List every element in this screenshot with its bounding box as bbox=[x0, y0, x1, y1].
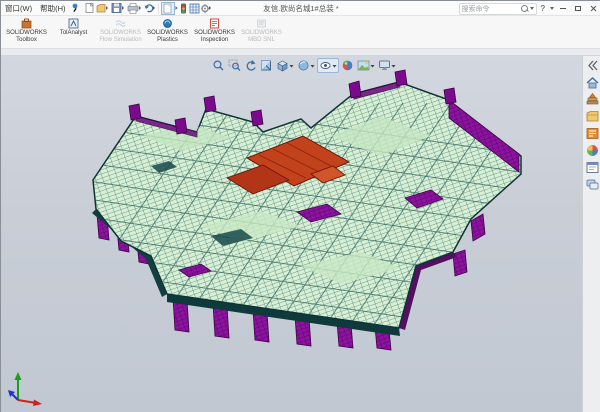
view-orientation-icon[interactable] bbox=[275, 59, 295, 72]
print-icon[interactable] bbox=[128, 3, 141, 13]
flow-simulation-icon bbox=[115, 18, 126, 29]
close-button[interactable] bbox=[587, 3, 599, 14]
previous-view-icon[interactable] bbox=[243, 59, 258, 72]
toolbox-icon bbox=[21, 18, 32, 29]
reference-triad bbox=[4, 364, 48, 408]
mbd-icon bbox=[256, 18, 267, 29]
zoom-to-fit-icon[interactable] bbox=[211, 59, 226, 72]
collapse-chevron-icon[interactable] bbox=[585, 58, 600, 73]
title-bar: 窗口(W) 帮助(H) bbox=[1, 1, 600, 16]
command-manager-tabs: SOLIDWORKS Toolbox TolAnalyst SOLIDWORKS… bbox=[1, 16, 600, 49]
appearances-scenes-icon[interactable] bbox=[585, 143, 600, 158]
plastics-icon bbox=[162, 18, 173, 29]
inspection-icon bbox=[209, 18, 220, 29]
tab-tolanalyst[interactable]: TolAnalyst bbox=[50, 17, 97, 48]
menu-window[interactable]: 窗口(W) bbox=[1, 3, 36, 14]
tolanalyst-icon bbox=[68, 18, 79, 29]
section-view-icon[interactable] bbox=[259, 59, 274, 72]
hide-show-items-icon[interactable] bbox=[317, 58, 339, 73]
display-style-icon[interactable] bbox=[296, 59, 316, 72]
save-icon[interactable] bbox=[112, 3, 124, 12]
edit-appearance-icon[interactable] bbox=[340, 59, 355, 72]
help-caret-icon[interactable] bbox=[550, 7, 554, 10]
solidworks-window: 窗口(W) 帮助(H) bbox=[0, 0, 600, 412]
search-input[interactable]: 搜索命令 bbox=[459, 3, 537, 15]
apply-scene-icon[interactable] bbox=[356, 59, 376, 72]
solidworks-forum-icon[interactable] bbox=[585, 177, 600, 192]
restore-button[interactable] bbox=[572, 3, 584, 14]
new-document-icon[interactable] bbox=[86, 3, 93, 12]
graphics-area[interactable] bbox=[1, 56, 600, 412]
custom-properties-icon[interactable] bbox=[585, 160, 600, 175]
tab-flow-simulation[interactable]: SOLIDWORKS Flow Simulation bbox=[97, 17, 144, 48]
options-gear-icon[interactable] bbox=[201, 4, 211, 13]
grid-system-icon[interactable] bbox=[190, 4, 199, 13]
pin-toolbar-icon[interactable] bbox=[70, 2, 82, 14]
rebuild-page-icon[interactable] bbox=[161, 2, 177, 14]
search-caret-icon[interactable] bbox=[530, 7, 534, 10]
help-button[interactable]: ? bbox=[540, 4, 546, 13]
search-placeholder: 搜索命令 bbox=[462, 4, 520, 14]
task-pane-strip bbox=[582, 56, 600, 412]
command-manager-strip bbox=[1, 49, 600, 56]
interference-check-icon[interactable] bbox=[181, 3, 186, 13]
assembly-model[interactable] bbox=[1, 56, 600, 412]
minimize-button[interactable] bbox=[557, 3, 569, 14]
tab-mbd-snl[interactable]: SOLIDWORKS MBD SNL bbox=[238, 17, 285, 48]
search-icon[interactable] bbox=[520, 4, 529, 13]
view-settings-icon[interactable] bbox=[377, 59, 397, 72]
zoom-to-area-icon[interactable] bbox=[227, 59, 242, 72]
open-document-icon[interactable] bbox=[97, 4, 108, 12]
quick-access-toolbar[interactable] bbox=[84, 2, 212, 15]
heads-up-view-toolbar bbox=[211, 58, 397, 73]
menu-help[interactable]: 帮助(H) bbox=[36, 3, 69, 14]
file-explorer-icon[interactable] bbox=[585, 109, 600, 124]
undo-icon[interactable] bbox=[144, 4, 155, 11]
view-palette-icon[interactable] bbox=[585, 126, 600, 141]
tab-inspection[interactable]: SOLIDWORKS Inspection bbox=[191, 17, 238, 48]
solidworks-resources-icon[interactable] bbox=[585, 75, 600, 90]
tab-plastics[interactable]: SOLIDWORKS Plastics bbox=[144, 17, 191, 48]
tab-solidworks-toolbox[interactable]: SOLIDWORKS Toolbox bbox=[3, 17, 50, 48]
design-library-icon[interactable] bbox=[585, 92, 600, 107]
